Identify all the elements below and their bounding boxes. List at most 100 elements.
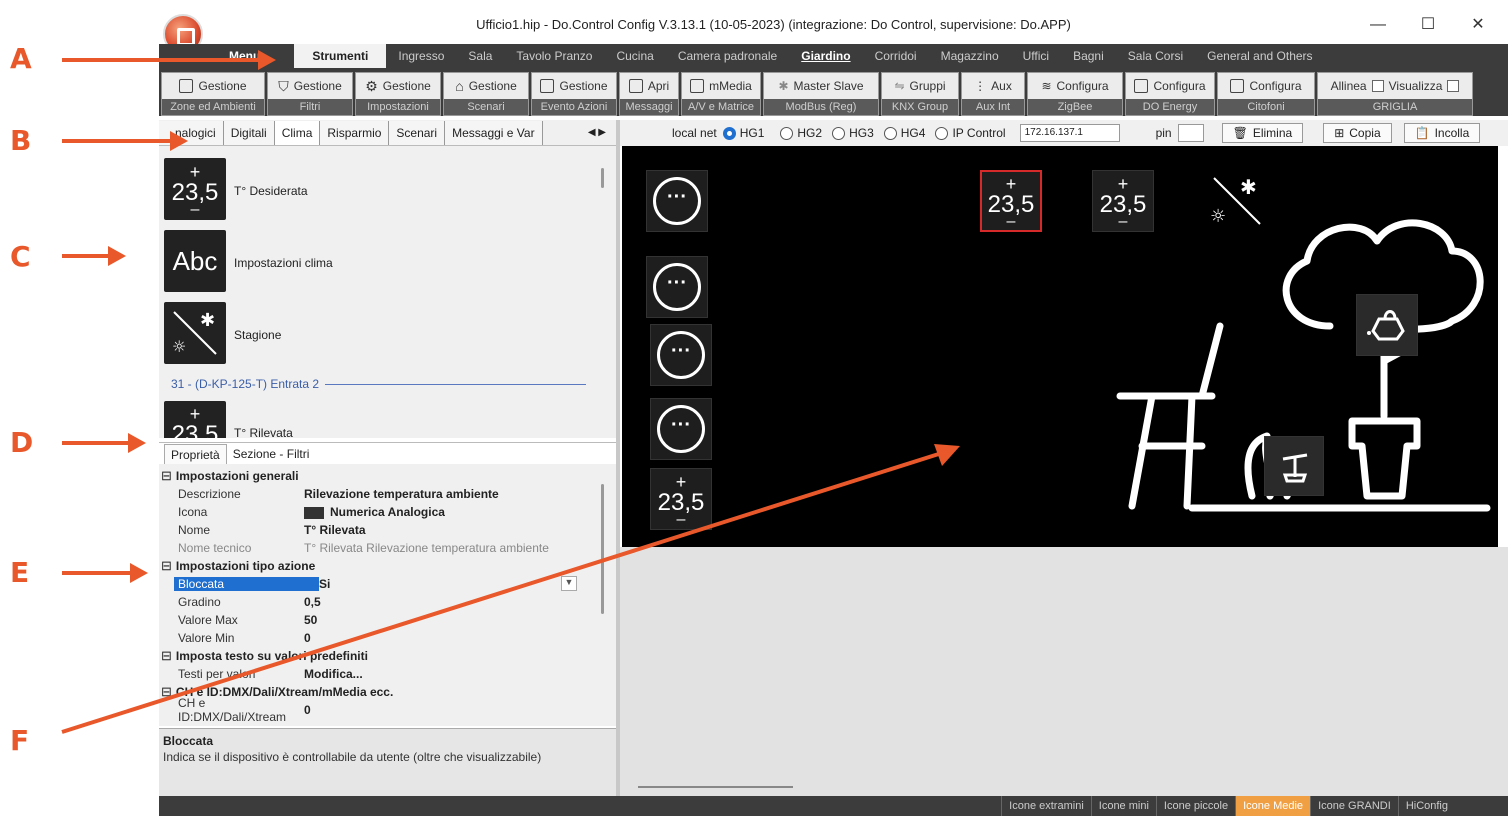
event-icon	[540, 79, 555, 93]
icon-size-medie[interactable]: Icone Medie	[1235, 796, 1311, 816]
intercom-icon	[1230, 79, 1245, 93]
season-icon[interactable]: ✱ ☼	[164, 302, 226, 364]
toolbar-sublabel: ModBus (Reg)	[764, 99, 878, 115]
canvas-dots-tile[interactable]: ···	[646, 256, 708, 318]
tab-corridoi[interactable]: Corridoi	[863, 44, 929, 68]
network-bar: local net HG1 HG2 HG3 HG4 IP Control 172…	[620, 120, 1508, 146]
modbus-button[interactable]: ✱ Master Slave ModBus (Reg)	[763, 72, 879, 116]
mmedia-button[interactable]: mMedia A/V e Matrice	[681, 72, 761, 116]
callout-d: D	[10, 426, 34, 459]
list-item[interactable]: Stagione	[234, 328, 281, 342]
evento-azioni-button[interactable]: Gestione Evento Azioni	[531, 72, 617, 116]
toolbar-label: Gruppi	[909, 79, 946, 93]
tab-strumenti[interactable]: Strumenti	[294, 44, 387, 68]
clipboard-icon: 📋	[1414, 126, 1430, 140]
toolbar-label: Apri	[647, 79, 670, 93]
list-item[interactable]: Impostazioni clima	[234, 256, 333, 270]
watering-can-icon[interactable]	[1356, 294, 1418, 356]
toolbar: Gestione Zone ed Ambienti ⛉ Gestione Filt…	[159, 68, 1508, 116]
tab-digitali[interactable]: Digitali	[223, 121, 275, 145]
messaggi-button[interactable]: Apri Messaggi	[619, 72, 679, 116]
tab-ingresso[interactable]: Ingresso	[386, 44, 456, 68]
tab-scroll-arrows[interactable]: ◀ ▶	[578, 127, 616, 138]
visualizza-label: Visualizza	[1388, 79, 1443, 93]
hiconfig-button[interactable]: HiConfig	[1397, 796, 1508, 816]
sprinkler-icon[interactable]	[1264, 436, 1324, 496]
copy-icon: ⊞	[1334, 126, 1345, 140]
toolbar-sublabel: Filtri	[268, 99, 352, 115]
canvas-dots-tile[interactable]: ···	[646, 170, 708, 232]
tab-uffici[interactable]: Uffici	[1011, 44, 1061, 68]
toolbar-sublabel: Citofoni	[1218, 99, 1314, 115]
tab-risparmio[interactable]: Risparmio	[320, 121, 390, 145]
radio-icon	[780, 127, 794, 141]
radio-ip-control[interactable]: IP Control	[935, 126, 1006, 141]
more-icon: ···	[657, 331, 705, 379]
more-icon: ···	[653, 177, 701, 225]
list-item[interactable]: T° Desiderata	[234, 184, 308, 198]
paste-button[interactable]: 📋 Incolla	[1403, 123, 1481, 143]
horizontal-scrollbar[interactable]	[638, 786, 793, 788]
wifi-icon: ≋	[1041, 79, 1052, 93]
toolbar-label: Gestione	[468, 79, 517, 93]
maximize-button[interactable]: ☐	[1408, 14, 1448, 36]
close-button[interactable]: ✕	[1458, 14, 1498, 36]
allinea-label: Allinea	[1330, 79, 1367, 93]
tab-magazzino[interactable]: Magazzino	[929, 44, 1011, 68]
canvas-number-tile-selected[interactable]: +23,5–	[980, 170, 1042, 232]
minimize-button[interactable]: —	[1358, 14, 1398, 36]
tab-messaggi-e-var[interactable]: Messaggi e Var	[445, 121, 543, 145]
tab-general-and-others[interactable]: General and Others	[1195, 44, 1324, 68]
list-scrollbar[interactable]	[601, 168, 604, 188]
radio-hg4[interactable]: HG4	[883, 126, 925, 141]
icon-size-extramini[interactable]: Icone extramini	[1001, 796, 1091, 816]
impostazioni-button[interactable]: ⚙ Gestione Impostazioni	[355, 72, 441, 116]
scenari-button[interactable]: ⌂ Gestione Scenari	[443, 72, 529, 116]
tab-sala[interactable]: Sala	[456, 44, 504, 68]
tab-tavolo-pranzo[interactable]: Tavolo Pranzo	[504, 44, 604, 68]
group-header-label: 31 - (D-KP-125-T) Entrata 2	[171, 377, 320, 391]
aux-button[interactable]: ⋮ Aux Aux Int	[961, 72, 1025, 116]
tile-text-icon[interactable]: Abc	[164, 230, 226, 292]
toolbar-label: Gestione	[198, 79, 247, 93]
house-icon: ⌂	[455, 78, 464, 94]
tab-camera-padronale[interactable]: Camera padronale	[666, 44, 789, 68]
copy-button[interactable]: ⊞ Copia	[1323, 123, 1392, 143]
grid-icon	[179, 79, 194, 93]
filtri-button[interactable]: ⛉ Gestione Filtri	[267, 72, 353, 116]
icon-size-grandi[interactable]: Icone GRANDI	[1310, 796, 1398, 816]
citofoni-button[interactable]: Configura Citofoni	[1217, 72, 1315, 116]
zone-ambienti-button[interactable]: Gestione Zone ed Ambienti	[161, 72, 265, 116]
delete-button[interactable]: 🗑 Elimina	[1221, 123, 1304, 143]
pin-input[interactable]	[1177, 124, 1204, 142]
radio-hg2[interactable]: HG2	[780, 126, 822, 141]
canvas-dots-tile[interactable]: ···	[650, 324, 712, 386]
tab-clima[interactable]: Clima	[274, 121, 321, 145]
ip-input[interactable]: 172.16.137.1	[1019, 124, 1120, 142]
local-net-label: local net	[672, 126, 717, 140]
knx-group-button[interactable]: ⇋ Gruppi KNX Group	[881, 72, 959, 116]
copy-label: Copia	[1349, 126, 1381, 140]
icon-size-piccole[interactable]: Icone piccole	[1155, 796, 1235, 816]
tab-giardino[interactable]: Giardino	[789, 44, 862, 68]
list-item[interactable]: T° Rilevata	[234, 426, 293, 438]
tab-scenari[interactable]: Scenari	[389, 121, 446, 145]
tab-cucina[interactable]: Cucina	[604, 44, 665, 68]
radio-hg1[interactable]: HG1	[722, 126, 764, 141]
tab-sala-corsi[interactable]: Sala Corsi	[1116, 44, 1195, 68]
callout-c: C	[10, 240, 31, 273]
zigbee-button[interactable]: ≋ Configura ZigBee	[1027, 72, 1123, 116]
window-title: Ufficio1.hip - Do.Control Config V.3.13.…	[476, 17, 1071, 32]
radio-hg3[interactable]: HG3	[832, 126, 874, 141]
toolbar-sublabel: A/V e Matrice	[682, 99, 760, 115]
allinea-checkbox[interactable]	[1371, 80, 1384, 92]
icon-size-mini[interactable]: Icone mini	[1090, 796, 1156, 816]
visualizza-checkbox[interactable]	[1447, 80, 1460, 92]
tab-bagni[interactable]: Bagni	[1061, 44, 1116, 68]
toolbar-sublabel: ZigBee	[1028, 99, 1122, 115]
toolbar-label: Configura	[1153, 79, 1206, 93]
aux-icon: ⋮	[974, 79, 987, 93]
do-energy-button[interactable]: Configura DO Energy	[1125, 72, 1215, 116]
tile-numeric-icon[interactable]: +23,5	[164, 401, 226, 438]
tile-numeric-icon[interactable]: +23,5–	[164, 158, 226, 220]
